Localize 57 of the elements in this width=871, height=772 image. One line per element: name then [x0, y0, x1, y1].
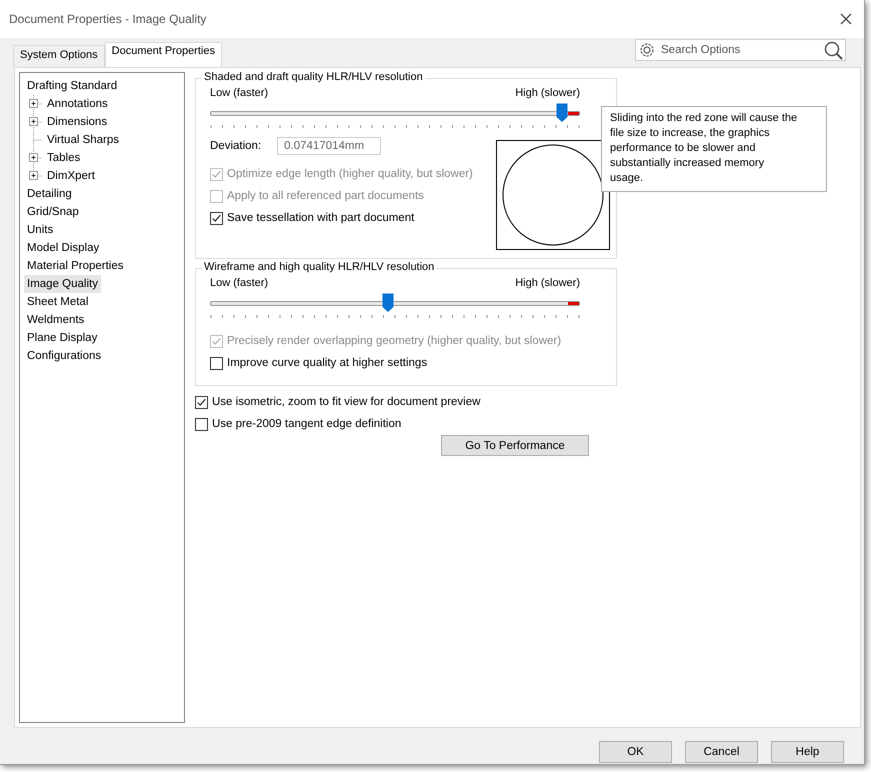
warning-zone — [568, 112, 579, 114]
options-tree[interactable]: Drafting Standard Annotations Dimensions Virtual Sharps Tables DimXpert Detailing Grid/Snap Units Model Display Material Properties Image Quality Sheet Metal Weldments Plane Display Configurations — [19, 72, 185, 723]
checkbox-label: Improve curve quality at higher settings — [227, 357, 428, 369]
checkbox[interactable] — [195, 418, 208, 430]
tab[interactable]: System Options — [13, 45, 105, 67]
checkbox[interactable] — [210, 212, 223, 224]
expand-icon — [29, 95, 43, 113]
search-icon — [824, 40, 843, 60]
slider-label: Low (faster) — [210, 277, 268, 289]
tree-item[interactable]: Plane Display — [24, 329, 100, 347]
dialog-button[interactable]: Cancel — [685, 741, 758, 763]
tree-item[interactable]: Tables — [43, 152, 80, 164]
group-title: Shaded and draft quality HLR/HLV resolution — [202, 71, 425, 83]
slider-label: Low (faster) — [210, 87, 268, 99]
checkbox-label: Optimize edge length (higher quality, but slower) — [227, 168, 473, 180]
slider-label: High (slower) — [515, 87, 580, 99]
tab[interactable]: Document Properties — [104, 42, 222, 67]
tree-item[interactable]: Model Display — [24, 239, 102, 257]
search-field[interactable]: Search Options — [635, 39, 846, 61]
tree-item[interactable]: Annotations — [43, 98, 108, 110]
checkbox-label: Use isometric, zoom to fit view for document preview — [212, 396, 480, 408]
tree-item[interactable]: Configurations — [24, 347, 104, 365]
slider-label: High (slower) — [515, 277, 580, 289]
tooltip-text: Sliding into the red zone will cause the file size to increase, the graphics performance to be slower and substantially increased memory usage. — [610, 112, 798, 184]
deviation-field[interactable]: 0.07417014mm — [277, 137, 382, 155]
window-title: Document Properties - Image Quality — [9, 12, 206, 26]
tree-item[interactable]: Image Quality — [24, 275, 101, 293]
tree-item[interactable]: Weldments — [24, 311, 88, 329]
checkbox[interactable] — [210, 356, 223, 370]
performance-button[interactable]: Go To Performance — [441, 435, 589, 456]
tree-item[interactable]: Dimensions — [43, 116, 108, 128]
checkbox-label: Save tessellation with part document — [227, 212, 414, 224]
gear-icon — [639, 42, 655, 58]
expand-icon — [29, 149, 43, 167]
tree-item[interactable]: Sheet Metal — [24, 293, 92, 311]
close-icon — [840, 13, 852, 25]
slider-track[interactable] — [210, 300, 580, 306]
tree-item[interactable]: Grid/Snap — [24, 203, 82, 221]
dialog-button[interactable]: OK — [599, 741, 672, 763]
field-label: Deviation: — [210, 140, 262, 152]
checkbox-label: Precisely render overlapping geometry (higher quality, but slower) — [227, 335, 562, 347]
checkbox-label: Apply to all referenced part documents — [227, 190, 424, 202]
group-title: Wireframe and high quality HLR/HLV resolution — [202, 261, 436, 273]
tree-item[interactable]: Units — [24, 221, 56, 239]
checkbox[interactable] — [195, 396, 208, 408]
tree-item[interactable]: Material Properties — [24, 257, 127, 275]
warning-zone — [568, 302, 579, 304]
dialog-button[interactable]: Help — [771, 741, 844, 763]
slider-thumb[interactable] — [382, 293, 394, 313]
tree-item[interactable]: Virtual Sharps — [43, 134, 120, 146]
slider-thumb[interactable] — [556, 103, 568, 123]
slider-track[interactable] — [210, 110, 580, 116]
tree-item[interactable]: Drafting Standard — [24, 77, 120, 95]
expand-icon — [29, 113, 43, 131]
tree-item[interactable]: DimXpert — [43, 170, 95, 182]
checkbox-label: Use pre-2009 tangent edge definition — [212, 418, 402, 430]
tree-item[interactable]: Detailing — [24, 185, 75, 203]
